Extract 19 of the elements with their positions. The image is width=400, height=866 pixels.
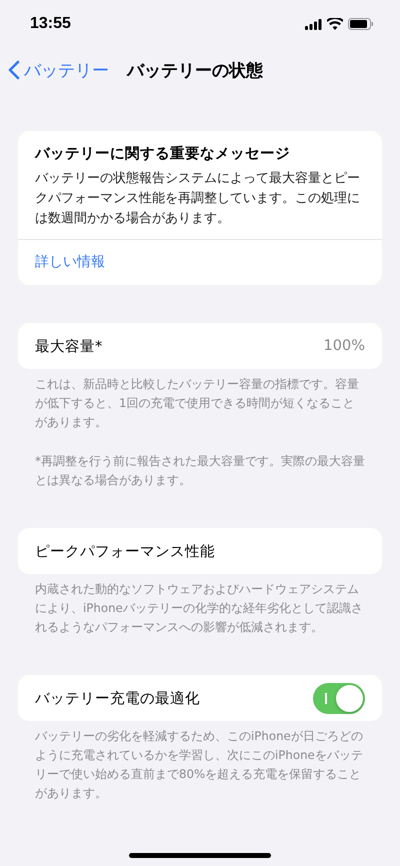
row-label: 最大容量* bbox=[35, 338, 102, 356]
footer-note: 内蔵された動的なソフトウェアおよびハードウェアシステムにより、iPhoneバッテリーの化学的な経年劣化として認識されるようなパフォーマンスへの影響が低減されます。 bbox=[35, 581, 364, 636]
back-link[interactable]: バッテリー bbox=[8, 58, 109, 82]
wifi-icon bbox=[327, 18, 343, 30]
chevron-left-icon bbox=[8, 60, 20, 80]
footer-note: これは、新品時と比較したバッテリー容量の指標です。容量が低下すると、1回の充電で使用できる時間が短くなることがあります。 bbox=[35, 376, 360, 431]
message-text: バッテリーの状態報告システムによって最大容量とピークパフォーマンス性能を再調整しています。この処理には数週間かかる場合があります。 bbox=[35, 170, 361, 228]
toggle-switch[interactable] bbox=[313, 682, 365, 714]
signal-icon bbox=[305, 18, 322, 30]
row-value: 100% bbox=[324, 338, 365, 354]
more-info-link[interactable]: 詳しい情報 bbox=[18, 240, 382, 285]
footer-note: バッテリーの劣化を軽減するため、このiPhoneが日ごろどのように充電されているかを学習し、次にこのiPhoneをバッテリーで使い始める直前まで80%を超える充電を保留することがあります。 bbox=[35, 728, 364, 802]
status-time: 13:55 bbox=[30, 15, 71, 33]
battery-icon bbox=[348, 18, 374, 30]
row-label: ピークパフォーマンス性能 bbox=[35, 542, 215, 560]
message-title: バッテリーに関する重要なメッセージ bbox=[35, 144, 291, 163]
page-title: バッテリーの状態 bbox=[127, 60, 263, 82]
row-label: バッテリー充電の最適化 bbox=[35, 690, 200, 708]
footer-note: *再調整を行う前に報告された最大容量です。実際の最大容量とは異なる場合があります。 bbox=[35, 453, 365, 489]
